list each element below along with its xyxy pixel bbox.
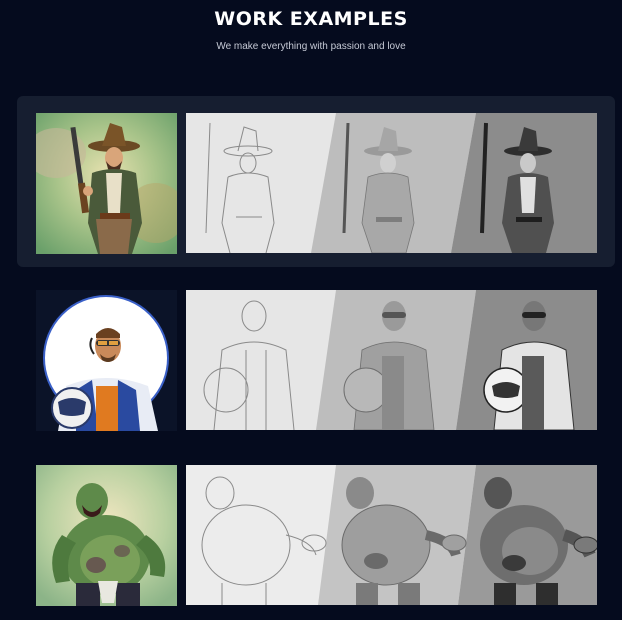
example-process-strip-pilot[interactable] bbox=[186, 290, 597, 430]
example-process-strip-ogre[interactable] bbox=[186, 465, 597, 605]
section-subtitle: We make everything with passion and love bbox=[216, 41, 406, 52]
section-title: WORK EXAMPLES bbox=[214, 8, 408, 30]
pilot-process-stages-icon bbox=[186, 290, 597, 430]
pilot-illustration-icon bbox=[36, 290, 177, 431]
example-thumbnail-pilot[interactable] bbox=[36, 290, 177, 431]
example-process-strip-cowboy[interactable] bbox=[186, 113, 597, 253]
page: WORK EXAMPLES We make everything with pa… bbox=[0, 0, 622, 620]
ogre-illustration-icon bbox=[36, 465, 177, 606]
ogre-process-stages-icon bbox=[186, 465, 597, 605]
example-thumbnail-ogre[interactable] bbox=[36, 465, 177, 606]
cowboy-illustration-icon bbox=[36, 113, 177, 254]
cowboy-process-stages-icon bbox=[186, 113, 597, 253]
example-thumbnail-cowboy[interactable] bbox=[36, 113, 177, 254]
